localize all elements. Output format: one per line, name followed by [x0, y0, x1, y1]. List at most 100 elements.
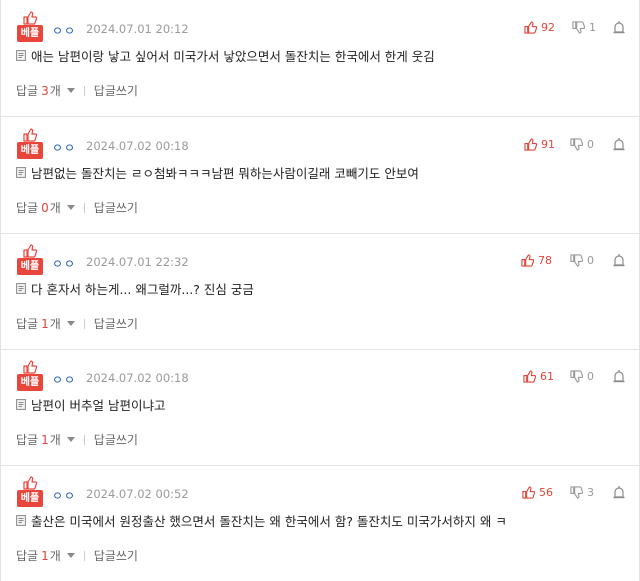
author-nickname[interactable]: ㅇㅇ	[52, 487, 76, 504]
dislike-button[interactable]: 0	[570, 254, 594, 267]
document-icon	[16, 167, 26, 178]
thumbs-up-icon	[524, 138, 537, 151]
thumbs-up-icon	[23, 128, 37, 142]
reply-count-unit: 개	[49, 317, 61, 331]
thumbs-up-icon	[23, 11, 37, 25]
comment-body: 애는 남편이랑 낳고 싶어서 미국가서 낳았으면서 돌잔치는 한국에서 한게 웃…	[16, 46, 435, 65]
dislike-count: 0	[587, 370, 594, 383]
footer-divider	[83, 202, 85, 213]
reply-count: 1	[41, 432, 49, 447]
siren-icon[interactable]	[612, 369, 626, 383]
dislike-button[interactable]: 0	[570, 138, 594, 151]
reply-toggle[interactable]: 답글 1 개	[16, 431, 75, 448]
reply-toggle[interactable]: 답글 3 개	[16, 82, 75, 99]
thumbs-down-icon	[570, 254, 583, 267]
best-badge: 베플	[17, 128, 43, 160]
caret-down-icon	[66, 321, 75, 326]
best-badge-label: 베플	[17, 25, 43, 42]
write-reply-link[interactable]: 답글쓰기	[94, 82, 138, 99]
thumbs-up-icon	[521, 254, 534, 267]
thumbs-down-icon	[570, 486, 583, 499]
comment-item: 베플 ㅇㅇ 2024.07.02 00:52 56 3 출산은 미국에서 원정출…	[0, 465, 640, 581]
thumbs-up-icon	[23, 360, 37, 374]
author-nickname[interactable]: ㅇㅇ	[52, 371, 76, 388]
comment-footer: 답글 1 개 답글쓰기	[16, 431, 138, 448]
write-reply-link[interactable]: 답글쓰기	[94, 547, 138, 564]
best-badge-label: 베플	[17, 490, 43, 507]
comment-date: 2024.07.01 20:12	[86, 22, 189, 36]
dislike-count: 3	[587, 486, 594, 499]
comment-text: 출산은 미국에서 원정출산 했으면서 돌잔치는 왜 한국에서 함? 돌잔치도 미…	[31, 514, 507, 529]
like-count: 61	[540, 370, 554, 383]
reply-count-unit: 개	[49, 201, 61, 215]
like-button[interactable]: 78	[521, 254, 552, 267]
best-badge: 베플	[17, 360, 43, 392]
comment-footer: 답글 1 개 답글쓰기	[16, 547, 138, 564]
reply-count-unit: 개	[49, 84, 61, 98]
thumbs-down-icon	[570, 370, 583, 383]
reply-count: 1	[41, 548, 49, 563]
write-reply-link[interactable]: 답글쓰기	[94, 431, 138, 448]
like-button[interactable]: 92	[524, 21, 555, 34]
siren-icon[interactable]	[612, 485, 626, 499]
comment-date: 2024.07.02 00:52	[86, 487, 189, 501]
like-button[interactable]: 91	[524, 138, 555, 151]
reply-toggle[interactable]: 답글 0 개	[16, 199, 75, 216]
footer-divider	[83, 434, 85, 445]
footer-divider	[83, 318, 85, 329]
best-badge-label: 베플	[17, 374, 43, 391]
reply-label: 답글	[16, 549, 39, 563]
thumbs-down-icon	[572, 21, 585, 34]
like-button[interactable]: 61	[523, 370, 554, 383]
best-badge: 베플	[17, 11, 43, 43]
best-badge: 베플	[17, 476, 43, 508]
comment-footer: 답글 1 개 답글쓰기	[16, 315, 138, 332]
siren-icon[interactable]	[612, 253, 626, 267]
siren-icon[interactable]	[612, 20, 626, 34]
best-badge: 베플	[17, 244, 43, 276]
like-button[interactable]: 56	[522, 486, 553, 499]
write-reply-link[interactable]: 답글쓰기	[94, 199, 138, 216]
thumbs-up-icon	[23, 476, 37, 490]
comment-body: 남편이 버추얼 남편이냐고	[16, 395, 165, 414]
reply-count: 3	[41, 83, 49, 98]
thumbs-down-icon	[570, 138, 583, 151]
like-count: 91	[541, 138, 555, 151]
comment-date: 2024.07.01 22:32	[86, 255, 189, 269]
caret-down-icon	[66, 553, 75, 558]
dislike-count: 0	[587, 254, 594, 267]
like-count: 56	[539, 486, 553, 499]
reply-toggle[interactable]: 답글 1 개	[16, 315, 75, 332]
author-nickname[interactable]: ㅇㅇ	[52, 139, 76, 156]
dislike-button[interactable]: 1	[572, 21, 596, 34]
dislike-button[interactable]: 0	[570, 370, 594, 383]
thumbs-up-icon	[524, 21, 537, 34]
write-reply-link[interactable]: 답글쓰기	[94, 315, 138, 332]
reply-label: 답글	[16, 317, 39, 331]
reply-toggle[interactable]: 답글 1 개	[16, 547, 75, 564]
reply-count-unit: 개	[49, 433, 61, 447]
comment-body: 남편없는 돌잔치는 ㄹㅇ첨봐ㅋㅋㅋ남편 뭐하는사람이길래 코빼기도 안보여	[16, 163, 419, 182]
reply-label: 답글	[16, 84, 39, 98]
comment-footer: 답글 0 개 답글쓰기	[16, 199, 138, 216]
dislike-button[interactable]: 3	[570, 486, 594, 499]
thumbs-up-icon	[522, 486, 535, 499]
author-nickname[interactable]: ㅇㅇ	[52, 22, 76, 39]
caret-down-icon	[66, 88, 75, 93]
comment-body: 다 혼자서 하는게... 왜그럴까...? 진심 궁금	[16, 279, 254, 298]
comment-item: 베플 ㅇㅇ 2024.07.01 20:12 92 1 애는 남편이랑 낳고 싶…	[0, 0, 640, 117]
reply-label: 답글	[16, 433, 39, 447]
comment-item: 베플 ㅇㅇ 2024.07.02 00:18 91 0 남편없는 돌잔치는 ㄹㅇ…	[0, 117, 640, 234]
document-icon	[16, 399, 26, 410]
like-count: 78	[538, 254, 552, 267]
comment-item: 베플 ㅇㅇ 2024.07.01 22:32 78 0 다 혼자서 하는게...…	[0, 233, 640, 350]
siren-icon[interactable]	[612, 137, 626, 151]
author-nickname[interactable]: ㅇㅇ	[52, 255, 76, 272]
comment-body: 출산은 미국에서 원정출산 했으면서 돌잔치는 왜 한국에서 함? 돌잔치도 미…	[16, 511, 507, 530]
thumbs-up-icon	[523, 370, 536, 383]
document-icon	[16, 515, 26, 526]
dislike-count: 1	[589, 21, 596, 34]
footer-divider	[83, 550, 85, 561]
reply-count: 1	[41, 316, 49, 331]
comment-item: 베플 ㅇㅇ 2024.07.02 00:18 61 0 남편이 버추얼 남편이냐…	[0, 349, 640, 466]
